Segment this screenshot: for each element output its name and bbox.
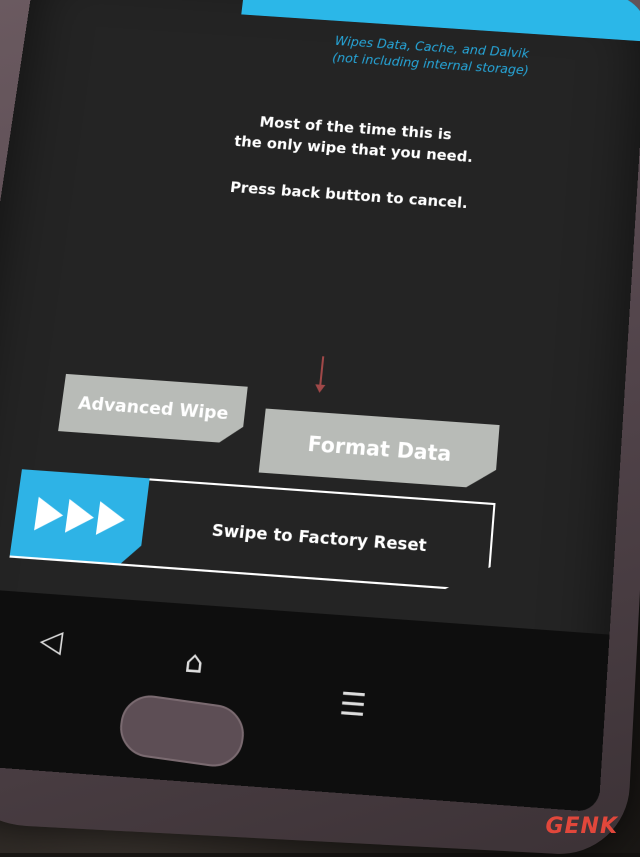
advanced-wipe-button[interactable]: Advanced Wipe (58, 374, 248, 444)
header-bar (241, 0, 640, 42)
advanced-wipe-label: Advanced Wipe (76, 393, 230, 425)
format-data-label: Format Data (306, 431, 453, 467)
format-data-button[interactable]: Format Data (259, 409, 500, 490)
logo-main: GEN (545, 814, 600, 839)
header-description: Wipes Data, Cache, and Dalvik (not inclu… (313, 32, 548, 81)
play-arrow-icon (95, 501, 126, 537)
phone-screen: Wipes Data, Cache, and Dalvik (not inclu… (0, 0, 640, 813)
pointer-arrow-icon (318, 356, 325, 391)
swipe-handle[interactable] (10, 469, 150, 565)
wipe-message: Most of the time this is the only wipe t… (219, 109, 483, 214)
logo-accent: K (599, 814, 618, 839)
genk-logo: GENK (545, 814, 618, 839)
play-arrow-icon (34, 497, 65, 533)
menu-icon[interactable]: ☰ (338, 685, 368, 723)
home-icon[interactable]: ⌂ (183, 643, 206, 680)
back-icon[interactable]: ◁ (38, 622, 65, 660)
play-arrow-icon (64, 499, 95, 535)
